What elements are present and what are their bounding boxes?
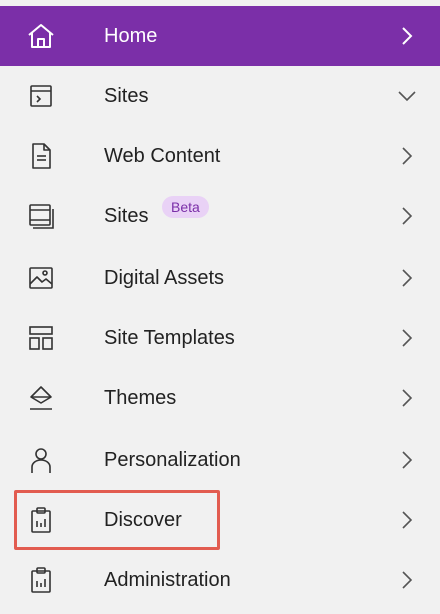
- chevron-right-icon[interactable]: [394, 447, 420, 473]
- site-console-icon: [25, 80, 57, 112]
- layout-template-icon: [25, 322, 57, 354]
- chevron-right-icon[interactable]: [394, 325, 420, 351]
- chevron-right-icon[interactable]: [394, 385, 420, 411]
- menu-item-sites-beta[interactable]: Sites Beta: [0, 186, 440, 246]
- chevron-right-icon[interactable]: [394, 23, 420, 49]
- menu-item-sites[interactable]: Sites: [0, 66, 440, 126]
- menu-item-label: Site Templates: [104, 326, 235, 349]
- menu-item-label: Personalization: [104, 448, 241, 471]
- home-icon: [25, 20, 57, 52]
- chevron-right-icon[interactable]: [394, 507, 420, 533]
- user-icon: [25, 444, 57, 476]
- menu-item-label: Sites: [104, 204, 149, 227]
- menu-item-site-templates[interactable]: Site Templates: [0, 308, 440, 368]
- sidebar-menu: Home Sites Web Content Sites Beta Digita…: [0, 0, 440, 614]
- menu-item-home[interactable]: Home: [0, 6, 440, 66]
- chevron-right-icon[interactable]: [394, 567, 420, 593]
- paint-bucket-icon: [25, 382, 57, 414]
- clipboard-chart-icon: [25, 564, 57, 596]
- chevron-right-icon[interactable]: [394, 203, 420, 229]
- menu-item-label: Sites: [104, 84, 149, 107]
- menu-item-label: Themes: [104, 386, 177, 409]
- menu-item-discover[interactable]: Discover: [0, 490, 440, 550]
- menu-item-digital-assets[interactable]: Digital Assets: [0, 248, 440, 308]
- menu-item-label: Web Content: [104, 144, 221, 167]
- menu-item-label: Administration: [104, 568, 231, 591]
- menu-item-personalization[interactable]: Personalization: [0, 430, 440, 490]
- document-icon: [25, 140, 57, 172]
- menu-item-label: Home: [104, 24, 158, 47]
- beta-badge: Beta: [162, 195, 209, 218]
- image-icon: [25, 262, 57, 294]
- menu-item-web-content[interactable]: Web Content: [0, 126, 440, 186]
- chevron-down-icon[interactable]: [394, 83, 420, 109]
- menu-item-label: Digital Assets: [104, 266, 225, 289]
- stacked-pages-icon: [25, 200, 57, 232]
- menu-item-label: Discover: [104, 508, 182, 531]
- menu-item-administration[interactable]: Administration: [0, 550, 440, 610]
- menu-item-themes[interactable]: Themes: [0, 368, 440, 428]
- clipboard-chart-icon: [25, 504, 57, 536]
- chevron-right-icon[interactable]: [394, 265, 420, 291]
- chevron-right-icon[interactable]: [394, 143, 420, 169]
